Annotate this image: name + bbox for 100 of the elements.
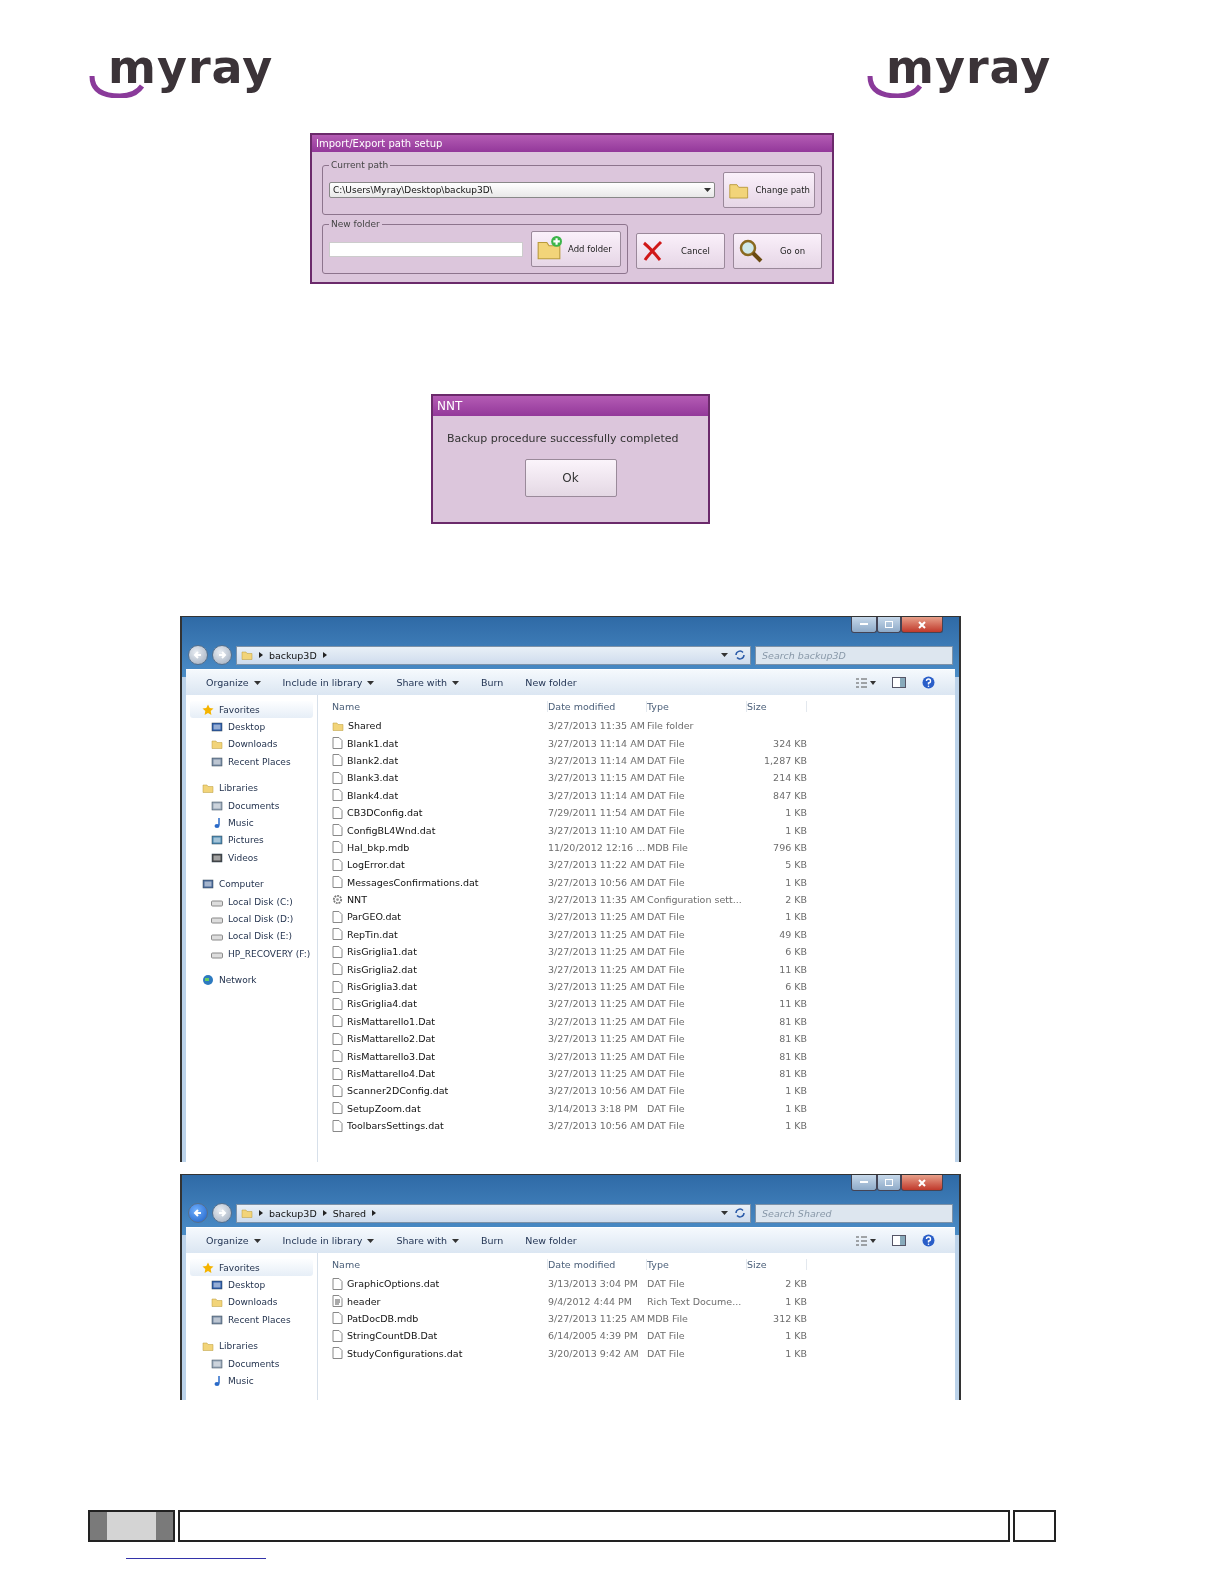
dialog-button[interactable]: Go on [733, 232, 822, 269]
file-name[interactable]: NNT [332, 894, 548, 906]
close-button[interactable] [901, 1175, 943, 1191]
file-name[interactable]: RisGriglia2.dat [332, 963, 548, 976]
sidebar-item[interactable]: Computer [190, 875, 313, 893]
search-field[interactable]: Search Shared [755, 1203, 953, 1223]
file-name[interactable]: StringCountDB.Dat [332, 1329, 548, 1342]
sidebar-item[interactable]: Network [190, 971, 313, 989]
sidebar-item[interactable]: Favorites [190, 1259, 313, 1277]
column-header[interactable]: Date modified [548, 1258, 647, 1270]
view-options-icon[interactable] [856, 1235, 876, 1246]
path-dropdown[interactable]: C:\Users\Myray\Desktop\backup3D\ [329, 182, 715, 198]
address-bar[interactable]: backup3D [236, 645, 751, 665]
file-name[interactable]: Blank2.dat [332, 754, 548, 767]
sidebar-item[interactable]: Music [190, 814, 313, 832]
column-header[interactable]: Name [332, 700, 548, 712]
preview-pane-icon[interactable] [892, 1235, 906, 1246]
view-options-icon[interactable] [856, 677, 876, 688]
sidebar-item[interactable]: Recent Places [190, 1311, 313, 1329]
toolbar-button[interactable]: Share with [396, 677, 459, 688]
file-name[interactable]: LogError.dat [332, 858, 548, 871]
folder-name-field[interactable] [329, 241, 523, 257]
file-name[interactable]: CB3DConfig.dat [332, 806, 548, 819]
minimize-button[interactable] [851, 1175, 877, 1191]
file-name[interactable]: ToolbarsSettings.dat [332, 1119, 548, 1132]
file-name[interactable]: RisMattarello1.Dat [332, 1015, 548, 1028]
breadcrumb-item[interactable]: backup3D [269, 1207, 317, 1219]
ok-button[interactable]: Ok [524, 459, 617, 497]
column-header[interactable]: Type [647, 1258, 747, 1270]
add-folder-button[interactable]: Add folder [531, 231, 621, 267]
sidebar-item[interactable]: Local Disk (D:) [190, 910, 313, 928]
column-header[interactable]: Name [332, 1258, 548, 1270]
column-header[interactable]: Size [747, 1258, 807, 1270]
dialog-button[interactable]: Cancel [636, 232, 725, 269]
column-header[interactable]: Type [647, 700, 747, 712]
breadcrumb-item[interactable]: Shared [332, 1207, 367, 1219]
minimize-button[interactable] [851, 617, 877, 633]
sidebar-item[interactable]: Videos [190, 849, 313, 867]
file-name[interactable]: StudyConfigurations.dat [332, 1347, 548, 1360]
address-bar[interactable]: backup3D Shared [236, 1203, 751, 1223]
help-icon[interactable] [922, 1234, 935, 1247]
file-name[interactable]: RisMattarello4.Dat [332, 1067, 548, 1080]
preview-pane-icon[interactable] [892, 677, 906, 688]
file-name[interactable]: Scanner2DConfig.dat [332, 1084, 548, 1097]
file-name[interactable]: Hal_bkp.mdb [332, 841, 548, 854]
file-name[interactable]: Blank4.dat [332, 789, 548, 802]
breadcrumb-item[interactable]: backup3D [269, 649, 317, 661]
file-name[interactable]: RepTin.dat [332, 928, 548, 941]
toolbar-button[interactable]: Burn [481, 1235, 504, 1246]
file-name[interactable]: RisGriglia3.dat [332, 980, 548, 993]
sidebar-item[interactable]: HP_RECOVERY (F:) [190, 945, 313, 963]
sidebar-item[interactable]: Music [190, 1372, 313, 1390]
sidebar-item[interactable]: Recent Places [190, 753, 313, 771]
toolbar-button[interactable]: Organize [206, 1235, 261, 1246]
sidebar-item[interactable]: Desktop [190, 718, 313, 736]
back-button[interactable] [188, 645, 208, 665]
sidebar-item[interactable]: Local Disk (C:) [190, 892, 313, 911]
column-header[interactable]: Date modified [548, 700, 647, 712]
toolbar-button[interactable]: Include in library [282, 677, 375, 688]
back-button[interactable] [188, 1203, 208, 1223]
toolbar-button[interactable]: New folder [525, 1235, 577, 1246]
file-name[interactable]: Blank3.dat [332, 771, 548, 784]
maximize-button[interactable] [877, 1175, 901, 1191]
forward-button[interactable] [212, 645, 232, 665]
sidebar-item[interactable]: Documents [190, 796, 313, 815]
toolbar-button[interactable]: Organize [206, 677, 261, 688]
sidebar-item[interactable]: Libraries [190, 1337, 313, 1355]
toolbar-button[interactable]: New folder [525, 677, 577, 688]
file-name[interactable]: ConfigBL4Wnd.dat [332, 824, 548, 837]
file-name[interactable]: RisGriglia4.dat [332, 997, 548, 1010]
column-header[interactable]: Size [747, 700, 807, 712]
sidebar-item[interactable]: Downloads [190, 735, 313, 754]
sidebar-item[interactable]: Local Disk (E:) [190, 927, 313, 946]
toolbar-button[interactable]: Burn [481, 677, 504, 688]
file-name[interactable]: RisMattarello2.Dat [332, 1032, 548, 1045]
toolbar-button[interactable]: Share with [396, 1235, 459, 1246]
sidebar-item[interactable]: Downloads [190, 1293, 313, 1312]
maximize-button[interactable] [877, 617, 901, 633]
close-button[interactable] [901, 617, 943, 633]
forward-button[interactable] [212, 1203, 232, 1223]
change-path-button[interactable]: Change path [723, 172, 815, 208]
search-field[interactable]: Search backup3D [755, 645, 953, 665]
file-name[interactable]: header [332, 1295, 548, 1308]
file-name[interactable]: SetupZoom.dat [332, 1102, 548, 1115]
sidebar-item[interactable]: Favorites [190, 701, 313, 719]
file-name[interactable]: RisMattarello3.Dat [332, 1050, 548, 1063]
sidebar-item[interactable]: Libraries [190, 779, 313, 797]
file-name[interactable]: MessagesConfirmations.dat [332, 876, 548, 889]
file-name[interactable]: ParGEO.dat [332, 911, 548, 923]
file-name[interactable]: Blank1.dat [332, 737, 548, 750]
sidebar-item[interactable]: Pictures [190, 831, 313, 850]
toolbar-button[interactable]: Include in library [282, 1235, 375, 1246]
help-icon[interactable] [922, 676, 935, 689]
file-name[interactable]: RisGriglia1.dat [332, 945, 548, 958]
file-name[interactable]: GraphicOptions.dat [332, 1277, 548, 1290]
sidebar-item[interactable]: Documents [190, 1354, 313, 1373]
file-name[interactable]: Shared [332, 719, 548, 732]
minimize-icon [860, 623, 868, 626]
sidebar-item[interactable]: Desktop [190, 1276, 313, 1294]
file-name[interactable]: PatDocDB.mdb [332, 1312, 548, 1325]
